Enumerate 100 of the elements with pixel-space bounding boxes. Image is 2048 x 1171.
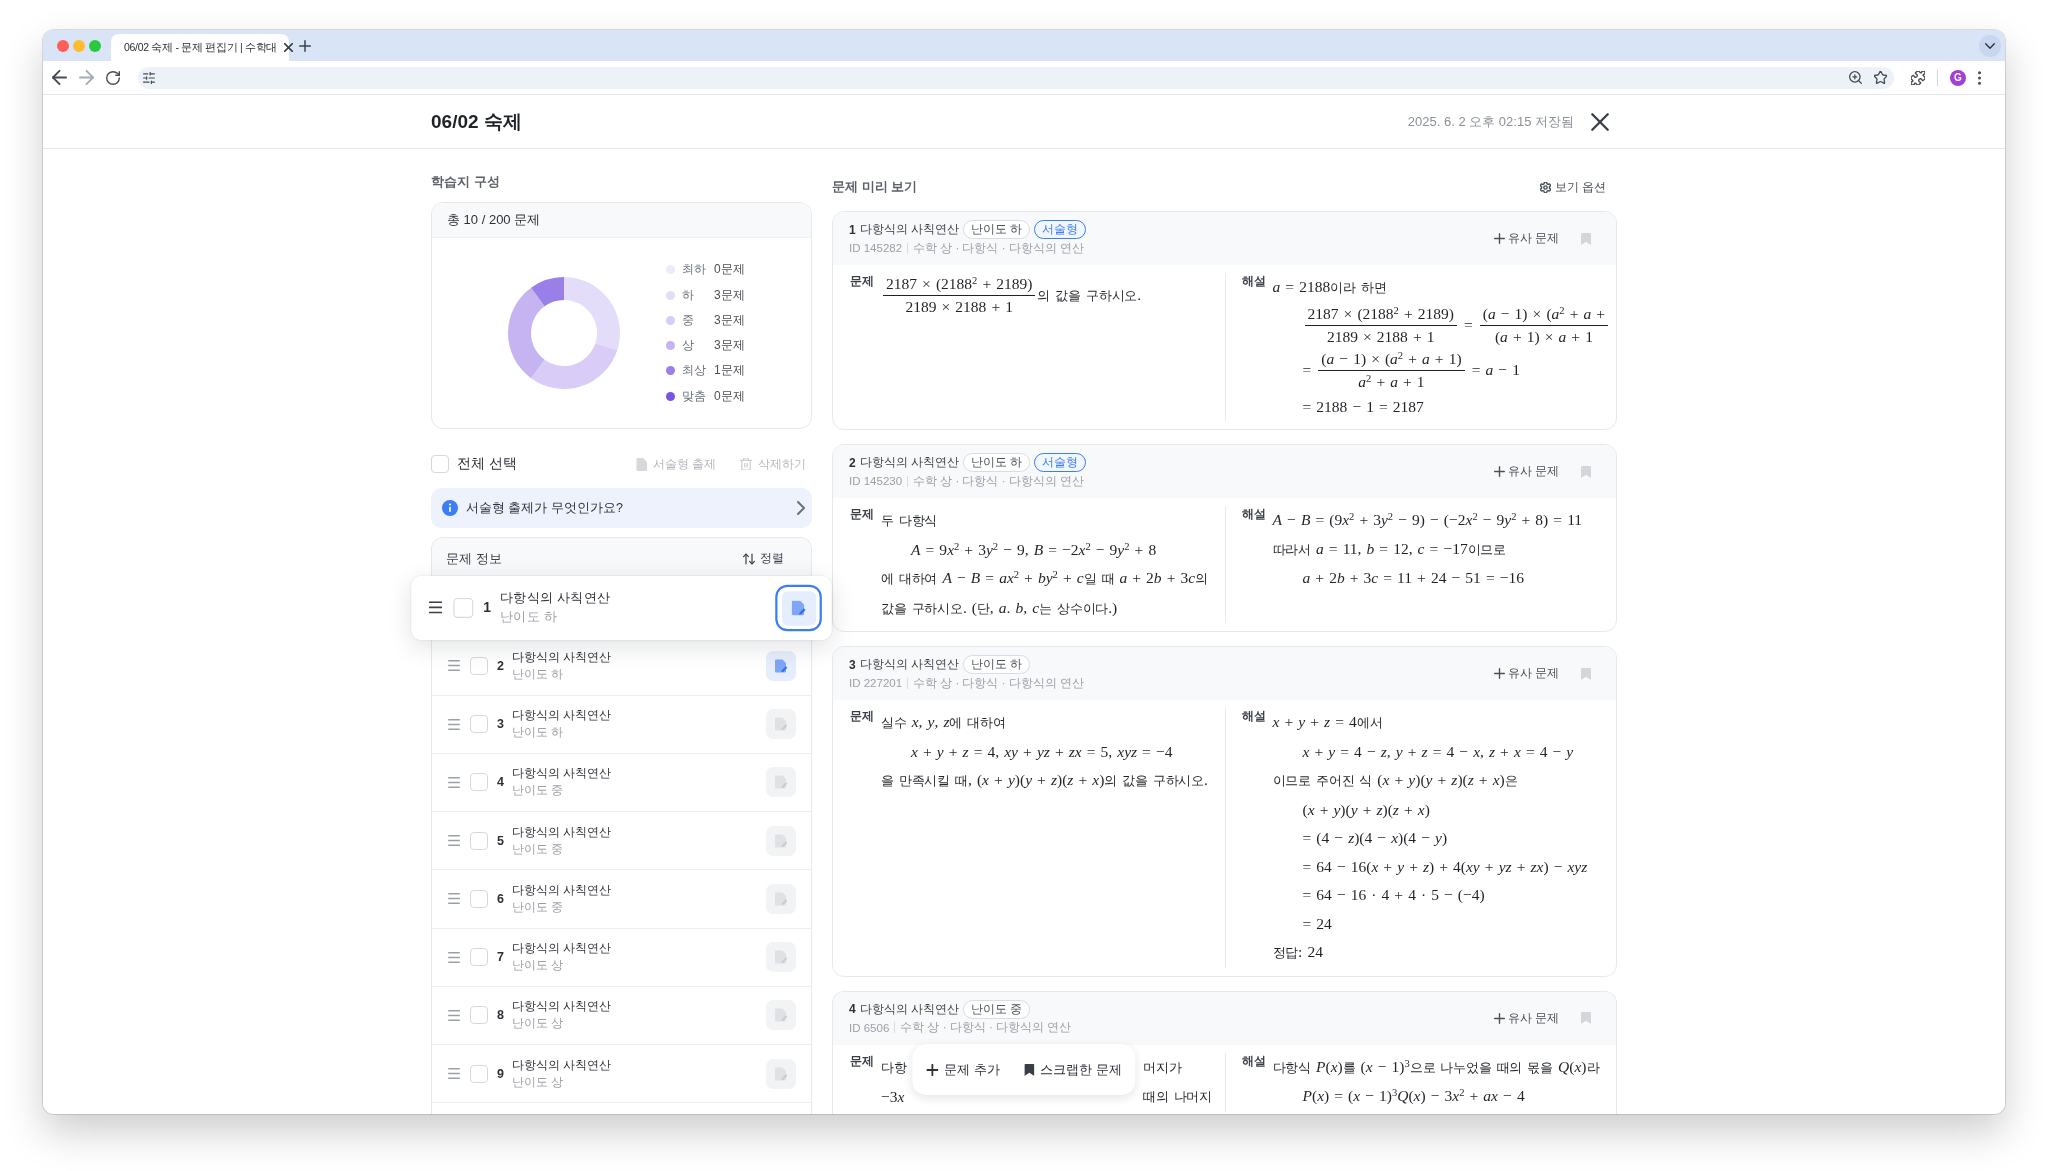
document-icon — [635, 457, 647, 471]
solution-text: 이므로 주어진 식 (x + y)(y + z)(z + x)은 — [1272, 770, 1518, 790]
row-checkbox[interactable] — [470, 1064, 488, 1083]
essay-edit-button[interactable] — [775, 584, 822, 631]
problem-number: 8 — [497, 1008, 504, 1023]
reload-icon[interactable] — [106, 70, 120, 85]
more-menu-icon[interactable] — [1978, 70, 1981, 85]
legend-label: 상 — [682, 337, 695, 355]
sort-icon — [743, 552, 755, 565]
row-checkbox[interactable] — [453, 597, 474, 618]
solution-text: a = 2188이라 하면 — [1272, 277, 1387, 297]
formula: x + y + z = 4, xy + yz + zx = 5, xyz = −4 — [911, 741, 1173, 762]
add-problem-button[interactable]: 문제 추가 — [926, 1060, 1000, 1079]
plus-icon — [1493, 668, 1505, 679]
plus-icon — [1493, 466, 1505, 477]
similar-problem-button[interactable]: 유사 문제 — [1493, 1009, 1559, 1027]
problem-text: 두 다항식 — [881, 512, 938, 530]
section-label: 문제 — [850, 274, 875, 289]
drag-handle-icon[interactable] — [448, 718, 460, 730]
scrapped-problems-button[interactable]: 스크랩한 문제 — [1024, 1060, 1122, 1079]
problem-title: 다항식의 사칙연산 — [511, 940, 612, 958]
site-settings-icon[interactable] — [143, 71, 155, 84]
difficulty-label: 난이도 상 — [511, 1015, 565, 1033]
row-checkbox[interactable] — [470, 1006, 488, 1025]
window-zoom-button[interactable] — [89, 39, 101, 52]
problem-title: 다항식의 사칙연산 — [511, 1056, 612, 1074]
formula: a + 2b + 3c = 11 + 24 − 51 = −16 — [1302, 568, 1524, 588]
problem-text: 실수 x, y, z에 대하여 — [881, 712, 1006, 732]
tab-search-button[interactable] — [1979, 34, 2001, 57]
back-icon[interactable] — [52, 70, 67, 85]
problem-id: ID 227201 — [849, 677, 903, 689]
row-checkbox[interactable] — [470, 715, 488, 734]
bookmark-icon[interactable] — [1581, 1012, 1591, 1024]
drag-handle-icon[interactable] — [448, 835, 460, 847]
problem-title: 다항식의 사칙연산 — [859, 1000, 960, 1018]
formula: = 64 − 16(x + y + z) + 4(xy + yz + zx) − xyz — [1302, 856, 1588, 877]
difficulty-tag: 난이도 중 — [963, 999, 1031, 1019]
drag-handle-icon[interactable] — [448, 1009, 460, 1021]
difficulty-tag: 난이도 하 — [963, 655, 1031, 674]
row-checkbox[interactable] — [470, 773, 488, 792]
document-edit-icon — [774, 891, 788, 906]
star-icon[interactable] — [1874, 71, 1887, 84]
formula: = 64 − 16 · 4 + 4 · 5 − (−4) — [1302, 885, 1485, 905]
forward-icon[interactable] — [79, 70, 94, 85]
section-label: 문제 — [850, 507, 875, 522]
row-checkbox[interactable] — [470, 831, 488, 850]
extensions-icon[interactable] — [1911, 70, 1925, 85]
drag-handle-icon[interactable] — [448, 776, 460, 788]
essay-tag: 서술형 — [1034, 453, 1087, 472]
info-banner[interactable]: 서술형 출제가 무엇인가요? — [431, 488, 812, 528]
difficulty-tag: 난이도 하 — [963, 220, 1031, 239]
essay-edit-button[interactable] — [766, 650, 796, 681]
row-checkbox[interactable] — [470, 948, 488, 967]
list-title: 문제 정보 — [446, 549, 502, 568]
problem-number: 5 — [497, 833, 504, 848]
document-edit-icon — [790, 599, 807, 616]
similar-problem-button[interactable]: 유사 문제 — [1493, 665, 1559, 682]
bookmark-icon[interactable] — [1581, 667, 1591, 680]
solution-text: 다항식 P(x)를 (x − 1)$^{3}$으로 나누었을 때의 몫을 Q(x)라 — [1272, 1056, 1600, 1077]
row-checkbox[interactable] — [470, 889, 488, 908]
problem-title: 다항식의 사칙연산 — [511, 881, 612, 899]
chevron-right-icon — [797, 501, 805, 515]
row-checkbox[interactable] — [470, 656, 488, 675]
zoom-icon[interactable] — [1849, 71, 1862, 84]
problem-number: 3 — [849, 657, 856, 672]
formula: = (4 − z)(4 − x)(4 − y) — [1302, 828, 1448, 848]
problem-text: 값을 구하시오. (단, a. b, c는 상수이다.) — [881, 597, 1118, 618]
problem-title: 다항식의 사칙연산 — [859, 656, 960, 673]
sort-button[interactable]: 정렬 — [743, 550, 784, 567]
new-tab-button[interactable] — [299, 39, 311, 52]
drag-handle-icon[interactable] — [448, 660, 460, 672]
problem-text: 때의 나머지 — [1143, 1088, 1213, 1106]
view-options-button[interactable]: 보기 옵션 — [1539, 178, 1606, 196]
legend-count: 0문제 — [714, 261, 745, 279]
section-label: 문제 — [850, 709, 875, 724]
select-all-checkbox[interactable] — [431, 455, 449, 473]
problem-title: 다항식의 사칙연산 — [511, 648, 612, 666]
problem-number: 2 — [497, 658, 504, 673]
difficulty-label: 난이도 중 — [511, 782, 565, 800]
problem-title: 다항식의 사칙연산 — [511, 998, 612, 1016]
select-all-label[interactable]: 전체 선택 — [457, 455, 517, 473]
drag-handle-icon[interactable] — [448, 893, 460, 905]
bookmark-icon[interactable] — [1581, 465, 1591, 478]
drag-handle-icon[interactable] — [448, 951, 460, 963]
close-tab-button[interactable] — [282, 41, 296, 54]
close-button[interactable] — [1591, 112, 1609, 131]
close-icon — [284, 43, 294, 52]
plus-icon — [1493, 233, 1505, 244]
window-close-button[interactable] — [57, 39, 69, 52]
similar-problem-button[interactable]: 유사 문제 — [1493, 463, 1559, 480]
window-minimize-button[interactable] — [73, 39, 85, 52]
drag-handle-icon[interactable] — [448, 1068, 460, 1080]
legend-count: 3문제 — [714, 311, 745, 329]
profile-avatar[interactable]: G — [1950, 69, 1966, 86]
drag-handle-icon[interactable] — [428, 601, 443, 614]
problem-id: ID 6506 — [849, 1021, 890, 1034]
similar-problem-button[interactable]: 유사 문제 — [1493, 230, 1559, 247]
bookmark-icon[interactable] — [1581, 232, 1591, 245]
legend-label: 최하 — [682, 261, 707, 279]
address-field[interactable] — [138, 66, 1894, 89]
